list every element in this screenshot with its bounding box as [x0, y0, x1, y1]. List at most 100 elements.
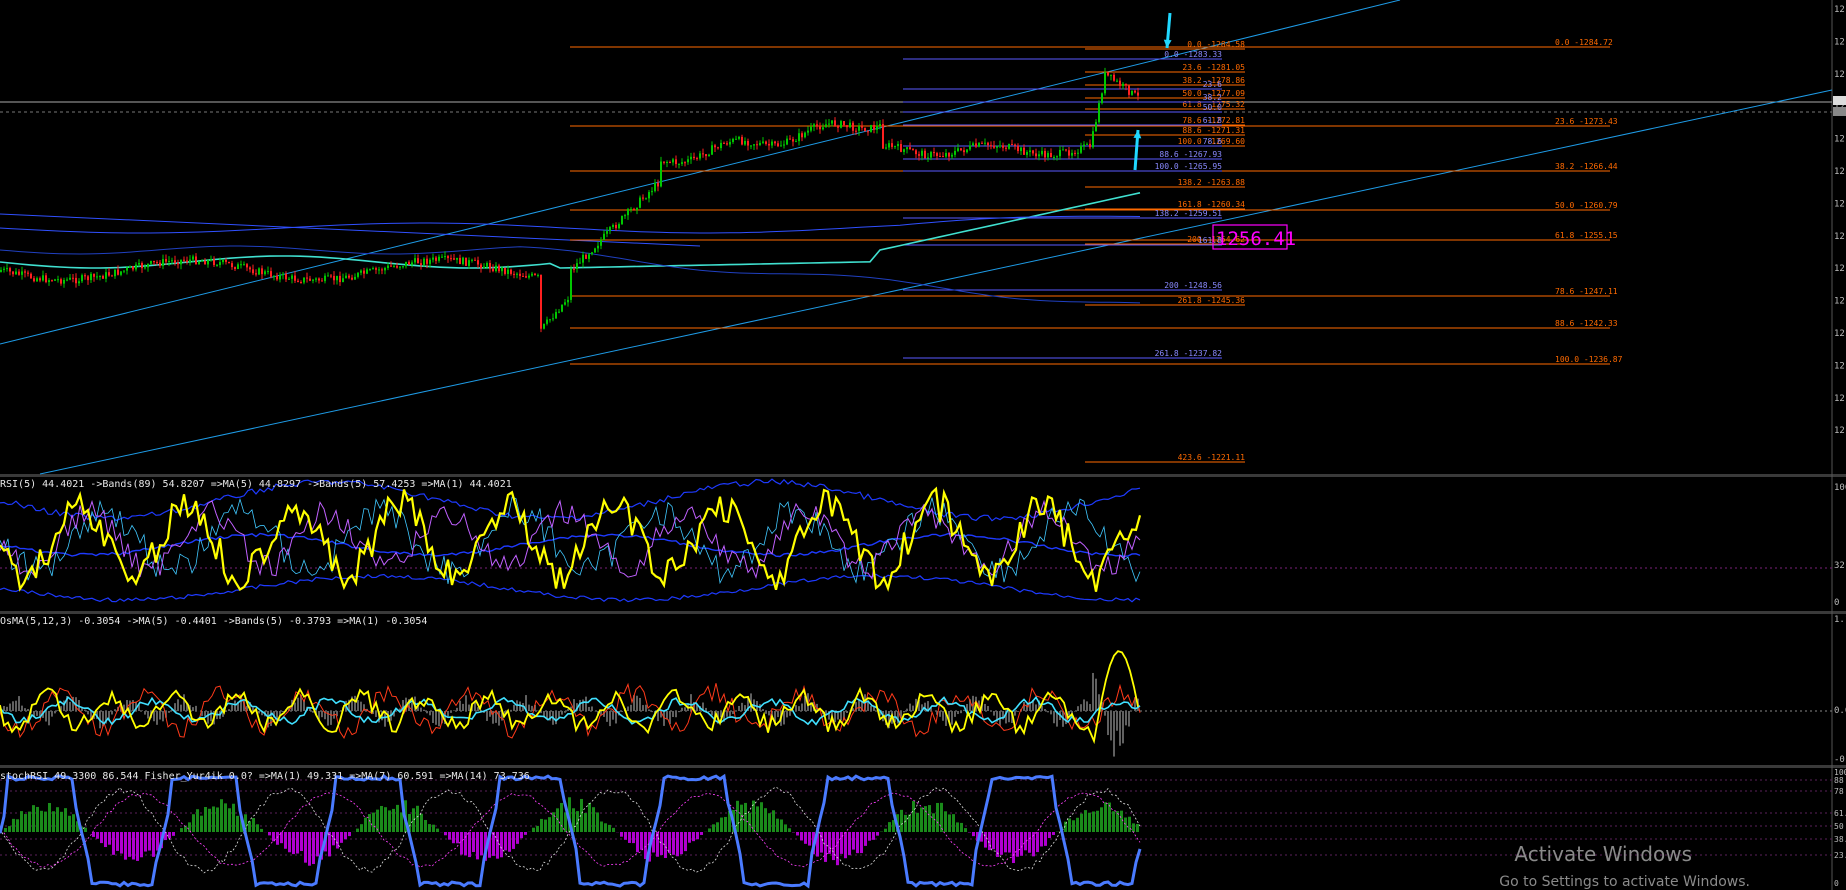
candle-body	[687, 159, 689, 163]
candle-body	[765, 141, 767, 144]
osma-hist-bar	[450, 711, 452, 713]
osma-hist-bar	[588, 706, 590, 711]
fisher-hist-bar	[1080, 813, 1083, 832]
candle-body	[855, 130, 857, 132]
candle-body	[660, 161, 662, 187]
fisher-hist-bar	[628, 832, 631, 843]
candle-body	[210, 259, 212, 261]
candle-body	[3, 268, 5, 270]
candle-body	[546, 319, 548, 324]
osma-hist-bar	[1050, 711, 1052, 715]
candle-body	[612, 224, 614, 228]
candle-body	[996, 146, 998, 148]
osma-hist-bar	[225, 711, 227, 712]
candle-body	[558, 311, 560, 313]
fisher-hist-bar	[48, 803, 51, 832]
osma-hist-bar	[177, 699, 179, 711]
fisher-hist-bar	[120, 832, 123, 854]
osma-hist-bar	[12, 701, 14, 711]
candle-body	[753, 144, 755, 146]
fisher-hist-bar	[536, 825, 539, 832]
fisher-hist-bar	[144, 832, 147, 852]
fisher-hist-bar	[100, 832, 103, 844]
osma-hist-bar	[1044, 709, 1046, 711]
osma-hist-bar	[1104, 711, 1106, 716]
osma-hist-bar	[426, 711, 428, 714]
fisher-hist-bar	[852, 832, 855, 850]
candle-body	[30, 273, 32, 279]
price-tick-label: 12	[1834, 297, 1845, 307]
fisher-hist-bar	[468, 832, 471, 858]
osma-hist-bar	[705, 707, 707, 711]
fib-mid-label: 161.8 -1260.34	[1178, 200, 1246, 209]
candle-body	[78, 281, 80, 284]
candle-body	[342, 278, 344, 283]
candle-body	[702, 153, 704, 155]
candle-body	[879, 123, 881, 126]
fisher-hist-bar	[124, 832, 127, 860]
candle-body	[48, 280, 50, 283]
candle-body	[405, 261, 407, 267]
candle-body	[1068, 150, 1070, 156]
osma-hist-bar	[57, 710, 59, 711]
rsi-chart[interactable]: 100 32 0	[0, 478, 1846, 608]
main-chart[interactable]: 12121212121212121212121212120.0 -1284.72…	[0, 0, 1846, 475]
candle-body	[720, 142, 722, 149]
candle-body	[270, 271, 272, 277]
chart-canvas[interactable]: 12121212121212121212121212120.0 -1284.72…	[0, 0, 1846, 890]
fisher-hist-bar	[916, 812, 919, 832]
fisher-hist-bar	[808, 832, 811, 846]
fisher-hist-bar	[1044, 832, 1047, 846]
fib-right-label: 78.6 -1247.11	[1555, 287, 1618, 296]
candle-body	[336, 275, 338, 281]
fib-blue-label: 50.0	[1203, 103, 1222, 112]
osma-hist-bar	[54, 711, 56, 714]
candle-body	[147, 263, 149, 268]
osma-hist-bar	[1017, 711, 1019, 712]
fisher-hist-bar	[696, 832, 699, 840]
candle-body	[1026, 152, 1028, 155]
stoch-scale-label: 38.2	[1834, 835, 1846, 844]
candle-body	[618, 224, 620, 229]
fisher-hist-bar	[72, 814, 75, 832]
candle-body	[312, 279, 314, 281]
candle-body	[279, 275, 281, 280]
candle-body	[552, 318, 554, 320]
candle-body	[840, 121, 842, 128]
candle-body	[417, 258, 419, 264]
candle-body	[717, 147, 719, 149]
osma-hist-bar	[45, 711, 47, 722]
candle-body	[984, 142, 986, 144]
osma-chart[interactable]: 1.1 0.0 -0.4	[0, 615, 1846, 765]
fisher-hist-bar	[576, 811, 579, 832]
candle-body	[948, 153, 950, 157]
candle-body	[630, 208, 632, 210]
osma-hist-bar	[153, 711, 155, 722]
candle-body	[567, 299, 569, 303]
osma-hist-bar	[744, 705, 746, 711]
fisher-hist-bar	[596, 812, 599, 832]
candle-body	[396, 266, 398, 268]
fisher-hist-bar	[4, 827, 7, 832]
candle-body	[813, 124, 815, 127]
candle-body	[900, 143, 902, 152]
fisher-hist-bar	[848, 832, 851, 856]
osma-hist-bar	[609, 711, 611, 727]
fisher-hist-bar	[1128, 816, 1131, 832]
fisher-hist-bar	[196, 809, 199, 832]
candle-body	[636, 207, 638, 210]
fisher-hist-bar	[1132, 823, 1135, 832]
candle-body	[945, 153, 947, 157]
osma-hist-bar	[651, 711, 653, 713]
candle-body	[291, 275, 293, 279]
candle-body	[27, 272, 29, 274]
osma-hist-bar	[297, 697, 299, 711]
price-tick-label: 12	[1834, 232, 1845, 242]
fisher-hist-bar	[844, 832, 847, 859]
osma-hist-bar	[27, 709, 29, 711]
candle-body	[246, 264, 248, 268]
stoch-chart[interactable]: 100887861.85038.223.60	[0, 768, 1846, 889]
candle-body	[372, 268, 374, 270]
candle-body	[675, 159, 677, 165]
osma-hist-bar	[990, 711, 992, 712]
